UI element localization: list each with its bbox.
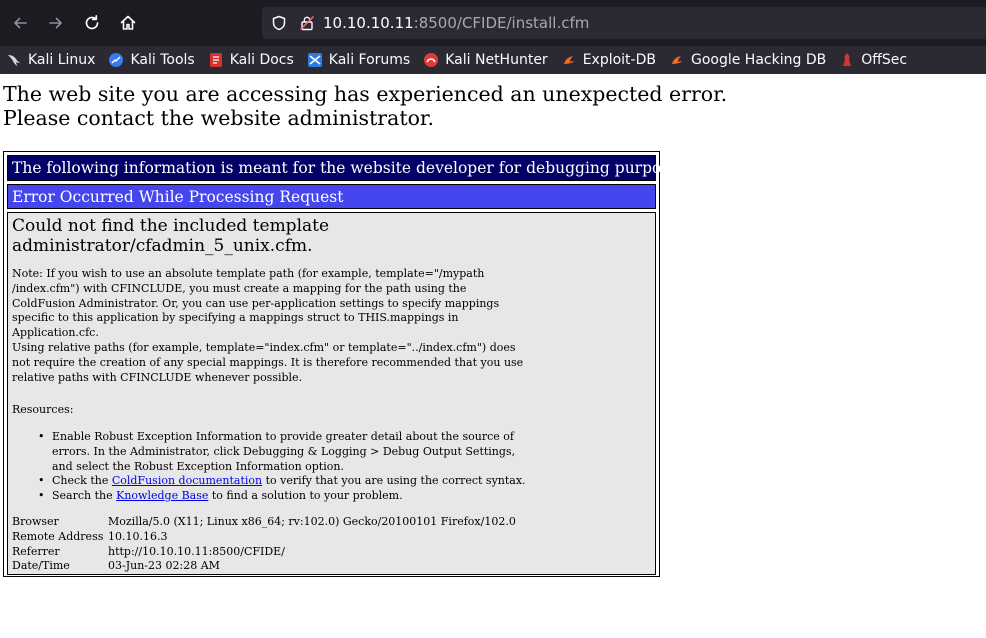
note-line: not require the creation of any special … xyxy=(12,355,524,369)
list-item: Check the ColdFusion documentation to ve… xyxy=(32,474,526,489)
meta-row: Remote Address 10.10.16.3 xyxy=(12,530,516,545)
error-line-1: The web site you are accessing has exper… xyxy=(3,82,728,106)
note-line: /index.cfm") with CFINCLUDE, you must cr… xyxy=(12,281,467,295)
home-icon xyxy=(120,15,136,30)
detail-title-line-1: Could not find the included template xyxy=(12,216,330,236)
kali-docs-icon xyxy=(208,52,224,68)
kali-dragon-icon xyxy=(6,52,22,68)
note-line: specific to this application by specifyi… xyxy=(12,311,459,325)
detail-title: Could not find the included template adm… xyxy=(12,216,329,256)
bookmark-label: Kali Docs xyxy=(229,52,294,68)
bookmark-kali-forums[interactable]: Kali Forums xyxy=(307,48,410,72)
resource-text: Check the xyxy=(52,474,112,488)
reload-button[interactable] xyxy=(74,5,110,41)
bookmark-google-hacking-db[interactable]: Google Hacking DB xyxy=(669,48,826,72)
shield-icon[interactable] xyxy=(271,15,287,31)
bookmark-kali-docs[interactable]: Kali Docs xyxy=(208,48,294,72)
bookmark-kali-linux[interactable]: Kali Linux xyxy=(6,48,95,72)
request-error-text: Error Occurred While Processing Request xyxy=(12,188,344,206)
url-host: 10.10.10.11 xyxy=(323,14,414,32)
browser-toolbar: 10.10.10.11:8500/CFIDE/install.cfm xyxy=(0,0,986,46)
meta-key: Browser xyxy=(12,515,59,528)
request-error-bar: Error Occurred While Processing Request xyxy=(7,184,656,209)
resource-text: to find a solution to your problem. xyxy=(208,489,403,503)
meta-value: 03-Jun-23 02:28 AM xyxy=(108,559,220,573)
bookmark-exploit-db[interactable]: Exploit-DB xyxy=(561,48,656,72)
meta-value: 10.10.16.3 xyxy=(108,529,168,543)
request-meta: Browser Mozilla/5.0 (X11; Linux x86_64; … xyxy=(12,515,516,574)
error-heading: The web site you are accessing has exper… xyxy=(3,82,727,130)
list-item: Enable Robust Exception Information to p… xyxy=(32,430,526,474)
bookmark-label: Kali Forums xyxy=(328,52,411,68)
resource-line: errors. In the Administrator, click Debu… xyxy=(52,444,516,458)
resource-line: Enable Robust Exception Information to p… xyxy=(52,430,514,443)
resources-label: Resources: xyxy=(12,403,74,416)
ghdb-icon xyxy=(669,52,685,68)
meta-key: Date/Time xyxy=(12,559,70,573)
note-line: ColdFusion Administrator. Or, you can us… xyxy=(12,296,500,310)
bookmarks-toolbar: Kali Linux Kali Tools Kali Docs Kali For… xyxy=(0,46,986,74)
resources-list: Enable Robust Exception Information to p… xyxy=(32,430,526,504)
list-item: Search the Knowledge Base to find a solu… xyxy=(32,489,526,504)
back-button[interactable] xyxy=(2,5,38,41)
meta-value: Mozilla/5.0 (X11; Linux x86_64; rv:102.0… xyxy=(108,515,516,528)
resource-line: and select the Robust Exception Informat… xyxy=(52,459,344,473)
forward-arrow-icon xyxy=(49,17,62,29)
error-table: The following information is meant for t… xyxy=(3,151,691,577)
forward-button[interactable] xyxy=(38,5,74,41)
back-arrow-icon xyxy=(14,17,27,29)
note-line: Using relative paths (for example, templ… xyxy=(12,340,516,354)
meta-row: Browser Mozilla/5.0 (X11; Linux x86_64; … xyxy=(12,515,516,530)
meta-key: Remote Address xyxy=(12,529,104,543)
bookmark-label: Google Hacking DB xyxy=(690,52,827,68)
bookmark-label: Exploit-DB xyxy=(582,52,656,68)
detail-title-line-2: administrator/cfadmin_5_unix.cfm. xyxy=(12,236,313,256)
bookmark-kali-tools[interactable]: Kali Tools xyxy=(108,48,195,72)
meta-row: Referrer http://10.10.10.11:8500/CFIDE/ xyxy=(12,545,516,560)
home-button[interactable] xyxy=(110,5,146,41)
bookmark-label: OffSec xyxy=(861,52,908,68)
error-line-2: Please contact the website administrator… xyxy=(3,106,434,130)
knowledge-base-link[interactable]: Knowledge Base xyxy=(116,489,208,502)
insecure-lock-icon[interactable] xyxy=(299,15,315,31)
resource-text: to verify that you are using the correct… xyxy=(262,474,526,488)
page-content: The web site you are accessing has exper… xyxy=(0,74,986,638)
meta-key: Referrer xyxy=(12,544,60,558)
note-line: Note: If you wish to use an absolute tem… xyxy=(12,267,485,280)
bookmark-label: Kali NetHunter xyxy=(445,52,548,68)
note-line: relative paths with CFINCLUDE whenever p… xyxy=(12,370,303,384)
url-path: :8500/CFIDE/install.cfm xyxy=(413,14,590,32)
address-bar[interactable]: 10.10.10.11:8500/CFIDE/install.cfm xyxy=(262,7,986,39)
bookmark-label: Kali Linux xyxy=(28,52,96,68)
exploit-db-icon xyxy=(561,52,577,68)
bookmark-kali-nethunter[interactable]: Kali NetHunter xyxy=(423,48,548,72)
kali-forums-icon xyxy=(307,52,323,68)
note-line: Application.cfc. xyxy=(12,326,99,340)
developer-notice-bar: The following information is meant for t… xyxy=(7,155,691,181)
developer-notice-text: The following information is meant for t… xyxy=(12,159,692,177)
error-detail-panel: Could not find the included template adm… xyxy=(7,212,656,575)
note-text: Note: If you wish to use an absolute tem… xyxy=(12,267,532,385)
reload-icon xyxy=(85,14,99,30)
meta-row: Date/Time 03-Jun-23 02:28 AM xyxy=(12,559,516,574)
offsec-icon xyxy=(839,52,855,68)
url-text[interactable]: 10.10.10.11:8500/CFIDE/install.cfm xyxy=(323,14,589,32)
kali-nethunter-icon xyxy=(423,52,439,68)
resource-text: Search the xyxy=(52,489,117,503)
kali-tools-icon xyxy=(108,52,124,68)
bookmark-offsec[interactable]: OffSec xyxy=(839,48,907,72)
bookmark-label: Kali Tools xyxy=(130,52,195,68)
coldfusion-documentation-link[interactable]: ColdFusion documentation xyxy=(112,474,262,487)
meta-value: http://10.10.10.11:8500/CFIDE/ xyxy=(108,544,285,558)
